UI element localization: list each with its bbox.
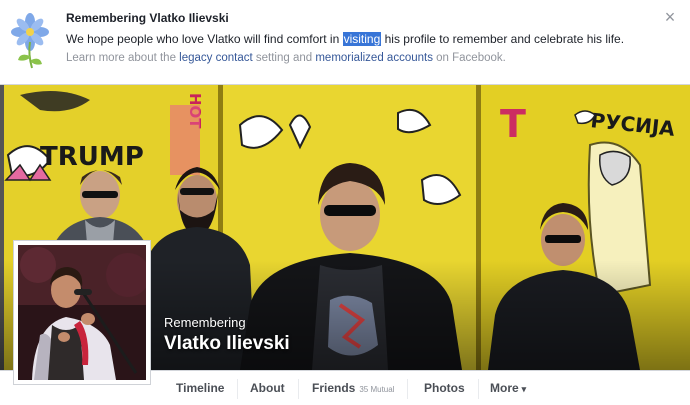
tab-timeline[interactable]: Timeline [176, 371, 239, 405]
svg-text:TRUMP: TRUMP [40, 142, 144, 172]
nav-divider [407, 379, 409, 399]
nav-divider [297, 379, 299, 399]
tab-about-label: About [250, 381, 285, 395]
banner-message-end: his profile to remember and celebrate hi… [381, 32, 625, 46]
tab-friends-label: Friends [312, 381, 356, 395]
tab-about[interactable]: About [250, 371, 299, 405]
tab-more-label: More [490, 381, 519, 395]
tab-more[interactable]: More ▾ [490, 371, 526, 405]
remembering-label: Remembering [164, 315, 246, 330]
banner-learn-more: Learn more about the legacy contact sett… [66, 52, 506, 64]
memorial-banner: Remembering Vlatko Ilievski We hope peop… [0, 0, 690, 85]
chevron-down-icon: ▾ [521, 384, 527, 394]
banner-message: We hope people who love Vlatko will find… [66, 32, 624, 46]
banner-title: Remembering Vlatko Ilievski [66, 11, 229, 25]
close-icon[interactable]: × [662, 8, 678, 26]
profile-name[interactable]: Vlatko Ilievski [164, 333, 290, 355]
graffiti-trump: TRUMP [40, 142, 144, 172]
nav-divider [477, 379, 479, 399]
tab-photos-label: Photos [424, 381, 465, 395]
learn-more-mid: setting and [252, 52, 316, 64]
banner-message-start: We hope people who love Vlatko will find… [66, 32, 343, 46]
graffiti-t: T [500, 102, 526, 146]
nav-divider [237, 379, 239, 399]
tab-friends[interactable]: Friends 35 Mutual [312, 371, 409, 405]
learn-more-start: Learn more about the [66, 52, 180, 64]
tab-timeline-label: Timeline [176, 381, 225, 395]
profile-photo-image [18, 245, 146, 380]
tab-photos[interactable]: Photos [424, 371, 479, 405]
memorial-flower-icon [11, 13, 49, 69]
memorialized-accounts-link[interactable]: memorialized accounts [315, 52, 433, 64]
legacy-contact-link[interactable]: legacy contact [179, 52, 253, 64]
friends-mutual-count: 35 Mutual [359, 385, 395, 394]
svg-text:T: T [500, 102, 526, 146]
profile-picture[interactable] [13, 240, 151, 385]
learn-more-end: on Facebook. [432, 52, 506, 64]
banner-message-highlight: visiting [342, 32, 382, 46]
